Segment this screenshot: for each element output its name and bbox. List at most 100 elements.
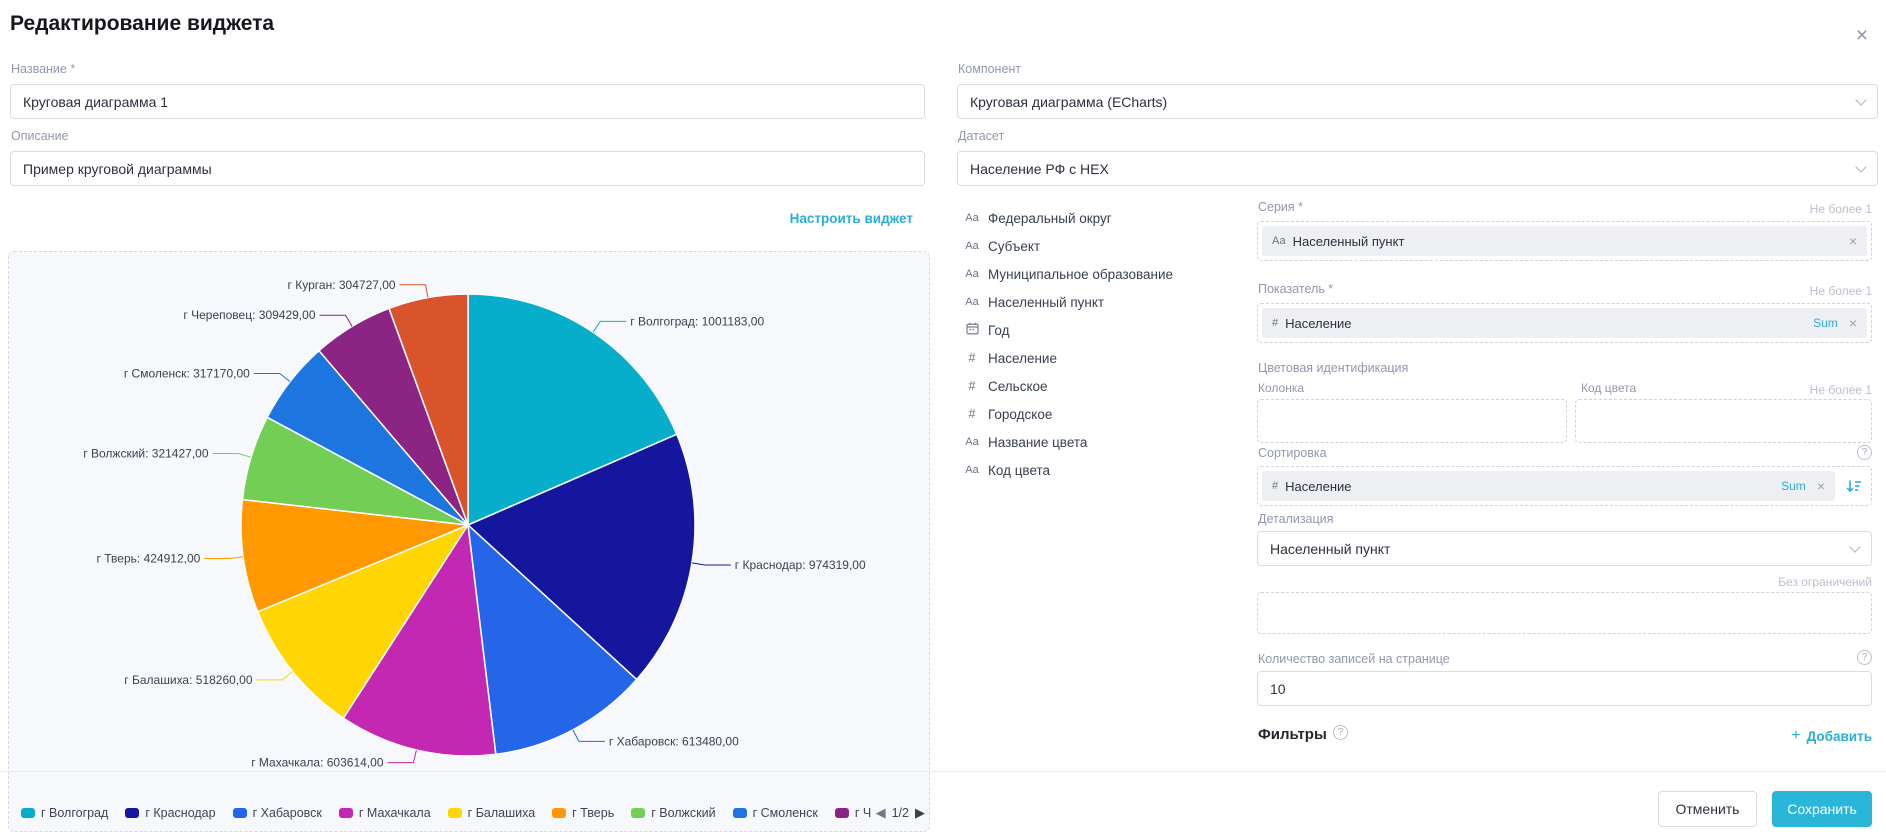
measure-limit: Не более 1 xyxy=(1672,284,1872,298)
field-name: Название цвета xyxy=(988,435,1087,450)
name-input[interactable] xyxy=(10,84,925,119)
pie-label-line xyxy=(204,557,243,559)
sorting-chip[interactable]: # Население Sum × xyxy=(1262,471,1835,501)
field-name: Населенный пункт xyxy=(988,295,1104,310)
field-item-number[interactable]: #Сельское xyxy=(961,373,1048,399)
field-item-string[interactable]: АаКод цвета xyxy=(961,457,1050,483)
field-item-string[interactable]: Аа Название цвета xyxy=(961,429,1087,455)
legend-swatch xyxy=(339,808,353,818)
dataset-value: Население РФ с HEX xyxy=(970,161,1109,177)
field-item-string[interactable]: АаФедеральный округ xyxy=(961,205,1112,231)
legend-item[interactable]: г Тверь xyxy=(552,806,614,820)
filters-label: Фильтры xyxy=(1258,726,1327,743)
field-item-string[interactable]: АаСубъект xyxy=(961,233,1040,259)
legend-prev-icon[interactable]: ◀ xyxy=(876,805,886,821)
number-field-icon: # xyxy=(1272,480,1278,492)
field-item-string[interactable]: АаМуниципальное образование xyxy=(961,261,1173,287)
description-input[interactable] xyxy=(10,151,925,186)
pie-label-line xyxy=(213,454,252,458)
add-filter-button[interactable]: + Добавить xyxy=(1791,727,1872,745)
measure-dropzone[interactable]: # Население Sum × xyxy=(1257,303,1872,343)
legend-item[interactable]: г Балашиха xyxy=(448,806,536,820)
remove-icon[interactable]: × xyxy=(1813,478,1825,494)
aggregation-badge[interactable]: Sum xyxy=(1813,316,1838,330)
sorting-label: Сортировка xyxy=(1258,446,1327,460)
save-button[interactable]: Сохранить xyxy=(1772,791,1872,827)
legend-item[interactable]: г Волжский xyxy=(631,806,715,820)
string-field-icon: Аа xyxy=(961,296,983,308)
legend-label: г Волгоград xyxy=(41,806,108,820)
field-item-number[interactable]: #Городское xyxy=(961,401,1052,427)
edit-widget-dialog: Редактирование виджета × Название * Опис… xyxy=(0,0,1886,835)
configure-widget-link[interactable]: Настроить виджет xyxy=(790,211,913,226)
pie-label-line xyxy=(692,563,731,565)
measure-label: Показатель * xyxy=(1258,282,1333,296)
legend-item[interactable]: г Смоленск xyxy=(733,806,818,820)
series-chip-label: Населенный пункт xyxy=(1293,234,1838,249)
color-ident-label: Цветовая идентификация xyxy=(1258,361,1408,375)
field-name: Год xyxy=(988,323,1010,338)
help-icon[interactable]: ? xyxy=(1333,725,1348,740)
help-icon[interactable]: ? xyxy=(1857,650,1872,665)
color-ident-column-dropzone[interactable] xyxy=(1257,399,1567,443)
series-chip[interactable]: Аа Населенный пункт × xyxy=(1262,226,1867,256)
remove-icon[interactable]: × xyxy=(1845,233,1857,249)
field-name: Сельское xyxy=(988,379,1048,394)
pie-label: г Смоленск: 317170,00 xyxy=(124,367,250,381)
number-field-icon: # xyxy=(1272,317,1278,329)
aggregation-badge[interactable]: Sum xyxy=(1781,479,1806,493)
field-item-date[interactable]: Год xyxy=(961,317,1010,343)
field-item-number[interactable]: #Население xyxy=(961,345,1057,371)
name-label: Название * xyxy=(11,62,75,76)
dialog-title: Редактирование виджета xyxy=(10,12,274,36)
field-item-string[interactable]: Аа Населенный пункт xyxy=(961,289,1104,315)
field-name: Муниципальное образование xyxy=(988,267,1173,282)
color-ident-code-dropzone[interactable] xyxy=(1575,399,1872,443)
detail-value: Населенный пункт xyxy=(1270,541,1390,557)
string-field-icon: Аа xyxy=(1272,235,1286,247)
legend-swatch xyxy=(448,808,462,818)
string-field-icon: Аа xyxy=(961,436,983,448)
legend-swatch xyxy=(733,808,747,818)
series-limit: Не более 1 xyxy=(1672,202,1872,216)
sorting-chip-label: Население xyxy=(1285,479,1774,494)
pie-label: г Краснодар: 974319,00 xyxy=(735,558,866,572)
plus-icon: + xyxy=(1791,727,1800,745)
series-label: Серия * xyxy=(1258,200,1303,214)
sort-direction-icon[interactable] xyxy=(1841,471,1867,501)
color-ident-limit: Не более 1 xyxy=(1672,383,1872,397)
component-select[interactable]: Круговая диаграмма (ECharts) xyxy=(957,84,1878,119)
component-value: Круговая диаграмма (ECharts) xyxy=(970,94,1167,110)
legend-item[interactable]: г Махачкала xyxy=(339,806,431,820)
detail-label: Детализация xyxy=(1258,512,1333,526)
legend-swatch xyxy=(21,808,35,818)
measure-chip[interactable]: # Население Sum × xyxy=(1262,308,1867,338)
limit-dropzone[interactable] xyxy=(1257,592,1872,634)
legend-swatch xyxy=(552,808,566,818)
close-icon[interactable]: × xyxy=(1848,22,1876,50)
legend-item[interactable]: г Краснодар xyxy=(125,806,215,820)
description-label: Описание xyxy=(11,129,69,143)
pie-label-line xyxy=(254,374,290,382)
detail-select[interactable]: Населенный пункт xyxy=(1257,531,1872,566)
help-icon[interactable]: ? xyxy=(1857,445,1872,460)
sorting-dropzone[interactable]: # Население Sum × xyxy=(1257,466,1872,506)
field-name: Население xyxy=(988,351,1057,366)
legend-swatch xyxy=(835,808,849,818)
legend-next-icon[interactable]: ▶ xyxy=(915,805,925,821)
field-name: Код цвета xyxy=(988,463,1050,478)
field-name: Городское xyxy=(988,407,1052,422)
legend-swatch xyxy=(125,808,139,818)
remove-icon[interactable]: × xyxy=(1845,315,1857,331)
legend-label: г Балашиха xyxy=(468,806,536,820)
series-dropzone[interactable]: Аа Населенный пункт × xyxy=(1257,221,1872,261)
measure-chip-label: Население xyxy=(1285,316,1806,331)
pie-label: г Череповец: 309429,00 xyxy=(183,308,315,322)
chart-preview-panel: г Волгоград: 1001183,00г Краснодар: 9743… xyxy=(8,251,930,832)
component-label: Компонент xyxy=(958,62,1021,76)
legend-item[interactable]: г Волгоград xyxy=(21,806,108,820)
page-size-input[interactable] xyxy=(1257,671,1872,706)
cancel-button[interactable]: Отменить xyxy=(1658,791,1757,827)
legend-item[interactable]: г Хабаровск xyxy=(233,806,322,820)
dataset-select[interactable]: Население РФ с HEX xyxy=(957,151,1878,186)
